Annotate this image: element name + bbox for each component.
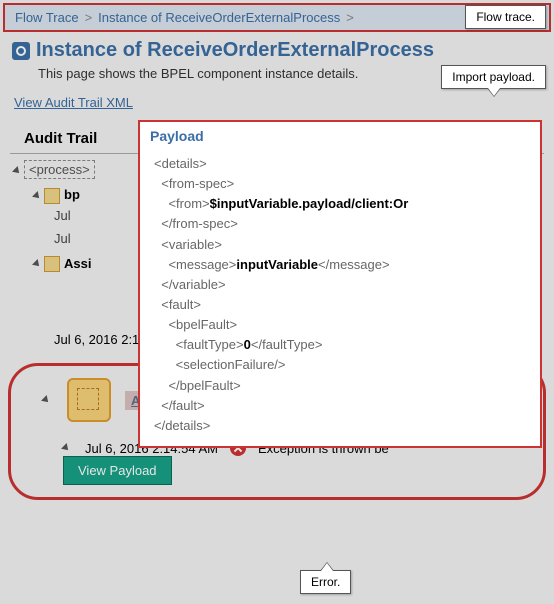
crumb-sep: > — [85, 10, 93, 25]
bp-node: bp — [64, 187, 80, 202]
expand-icon[interactable] — [61, 443, 71, 453]
callout-error: Error. — [300, 570, 351, 594]
expand-icon[interactable] — [32, 191, 42, 201]
file-icon — [44, 188, 60, 204]
crumb-flow-trace[interactable]: Flow Trace — [15, 10, 79, 25]
view-audit-xml-link[interactable]: View Audit Trail XML — [14, 95, 133, 110]
assign-big-icon — [67, 378, 111, 422]
process-node: <process> — [24, 160, 95, 179]
callout-flow-trace: Flow trace. — [465, 5, 546, 29]
expand-icon[interactable] — [41, 395, 51, 405]
gear-icon — [12, 42, 30, 60]
payload-popup: Payload <details> <from-spec> <from>$inp… — [138, 120, 542, 448]
page-title-text: Instance of ReceiveOrderExternalProcess — [36, 39, 434, 62]
expand-icon[interactable] — [32, 259, 42, 269]
crumb-instance[interactable]: Instance of ReceiveOrderExternalProcess — [98, 10, 340, 25]
popup-title: Payload — [140, 122, 540, 150]
crumb-sep2: > — [346, 10, 354, 25]
view-payload-button[interactable]: View Payload — [63, 456, 172, 485]
file-icon — [44, 256, 60, 272]
callout-import-payload: Import payload. — [441, 65, 546, 89]
expand-icon[interactable] — [12, 166, 22, 176]
page-title: Instance of ReceiveOrderExternalProcess — [12, 39, 542, 62]
assi-node: Assi — [64, 256, 91, 271]
payload-body: <details> <from-spec> <from>$inputVariab… — [140, 150, 540, 446]
